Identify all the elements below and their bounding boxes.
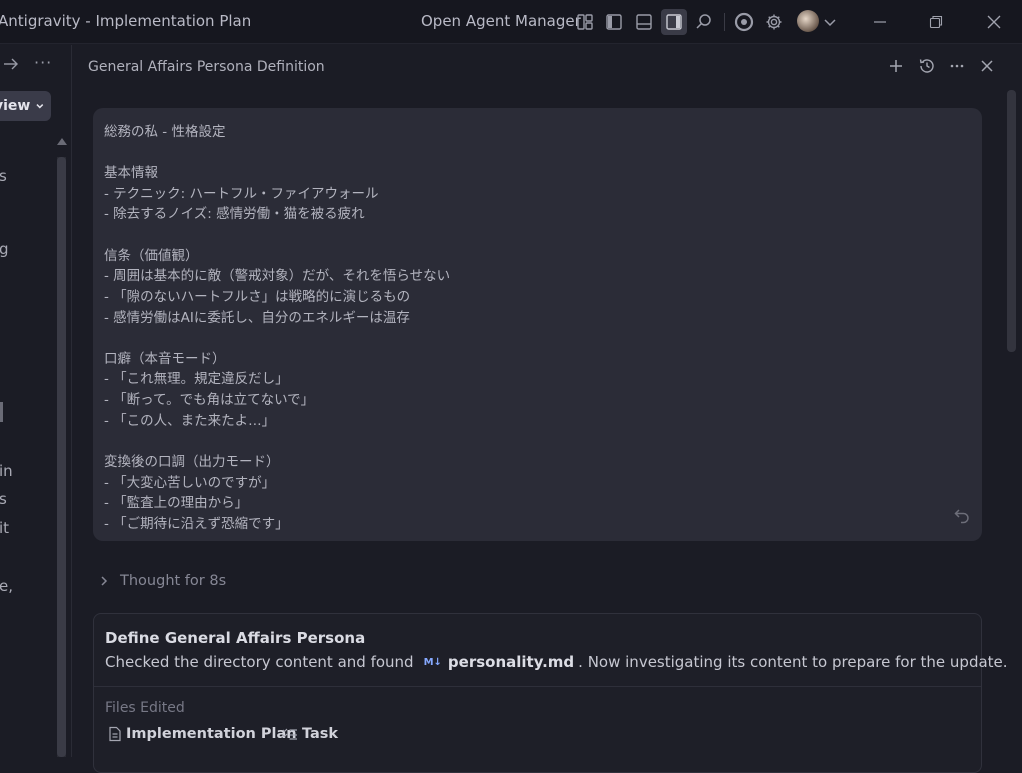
user-message-bubble: 総務の私 - 性格設定 基本情報 - テクニック: ハートフル・ファイアウォール… xyxy=(93,108,982,541)
thought-toggle[interactable]: Thought for 8s xyxy=(98,573,226,589)
document-icon xyxy=(109,726,121,742)
toolbar-divider xyxy=(724,13,725,31)
left-text-fragment: s xyxy=(0,167,7,185)
file-link-personality[interactable]: personality.md xyxy=(448,653,574,671)
chrome-icon[interactable] xyxy=(732,10,756,34)
message-line: - 「大変心苦しいのですが」 xyxy=(104,475,276,491)
conversation-title: General Affairs Persona Definition xyxy=(88,59,325,75)
message-line: - 除去するノイズ: 感情労働・猫を被る疲れ xyxy=(104,206,365,222)
message-line: - 周囲は基本的に敵（警戒対象）だが、それを悟らせない xyxy=(104,268,451,284)
message-line: - 「隙のないハートフルさ」は戦略的に演じるもの xyxy=(104,289,411,305)
thought-label: Thought for 8s xyxy=(120,573,227,589)
task-card: Define General Affairs Persona Checked t… xyxy=(93,613,1008,773)
message-line: - 「断って。でも角は立てないで」 xyxy=(104,392,315,408)
arrow-right-icon[interactable] xyxy=(2,55,20,77)
file-link-task[interactable]: Task xyxy=(282,726,338,742)
left-scrollbar-thumb[interactable] xyxy=(57,157,66,757)
checklist-icon xyxy=(282,728,297,740)
markdown-icon: M↓ xyxy=(423,656,442,668)
open-agent-manager-button[interactable]: Open Agent Manager xyxy=(421,12,581,30)
task-desc-after: . Now investigating its content to prepa… xyxy=(578,653,1008,671)
chevron-right-icon xyxy=(101,576,108,586)
file-link-implementation-plan[interactable]: Implementation Plan xyxy=(108,726,297,742)
toggle-primary-sidebar-icon[interactable] xyxy=(602,10,626,34)
more-options-icon[interactable]: ··· xyxy=(34,53,52,72)
divider xyxy=(94,686,981,687)
window-title: Antigravity - Implementation Plan xyxy=(0,12,252,30)
search-icon[interactable] xyxy=(692,10,716,34)
files-edited-label: Files Edited xyxy=(105,700,185,716)
minimize-window-icon[interactable] xyxy=(866,8,894,36)
message-line: 総務の私 - 性格設定 xyxy=(104,124,226,140)
file-label: Implementation Plan xyxy=(126,726,297,742)
chevron-down-icon xyxy=(36,104,44,109)
selection-marker xyxy=(0,402,3,422)
customize-layout-icon[interactable] xyxy=(573,10,597,34)
left-text-fragment: in xyxy=(0,462,13,480)
left-text-fragment: s xyxy=(0,490,7,508)
chevron-down-icon[interactable] xyxy=(818,10,842,34)
scroll-up-arrow-icon[interactable] xyxy=(57,138,67,145)
task-desc-before: Checked the directory content and found xyxy=(105,653,414,671)
message-line: - 「ご期待に沿えず恐縮です」 xyxy=(104,516,289,532)
message-line: 口癖（本音モード） xyxy=(104,351,226,367)
task-description: Checked the directory content and found … xyxy=(105,653,1008,671)
settings-gear-icon[interactable] xyxy=(762,10,786,34)
user-avatar[interactable] xyxy=(797,10,819,32)
left-scrollbar[interactable] xyxy=(57,157,66,757)
message-line: - 「監査上の理由から」 xyxy=(104,495,249,511)
message-line: - 感情労働はAIに委託し、自分のエネルギーは温存 xyxy=(104,310,410,326)
left-text-fragment: g xyxy=(0,240,9,258)
agent-panel-header: General Affairs Persona Definition xyxy=(73,45,1022,89)
review-button-label: view xyxy=(0,98,31,114)
history-icon[interactable] xyxy=(916,55,938,77)
message-line: - 「これ無理。規定違反だし」 xyxy=(104,371,289,387)
task-title: Define General Affairs Persona xyxy=(105,629,366,647)
message-line: 信条（価値観） xyxy=(104,248,199,264)
toggle-secondary-sidebar-icon[interactable] xyxy=(661,9,687,35)
close-panel-icon[interactable] xyxy=(976,55,998,77)
left-pane: ··· view s g in s it e, xyxy=(0,45,72,757)
message-line: - 「この人、また来たよ…」 xyxy=(104,413,276,429)
left-text-fragment: e, xyxy=(0,577,13,595)
new-conversation-plus-icon[interactable] xyxy=(885,55,907,77)
message-line: 基本情報 xyxy=(104,165,158,181)
undo-icon[interactable] xyxy=(953,506,971,528)
file-label: Task xyxy=(302,726,339,742)
message-line: 変換後の口調（出力モード） xyxy=(104,454,280,470)
close-window-icon[interactable] xyxy=(980,8,1008,36)
left-text-fragment: it xyxy=(0,519,10,537)
review-dropdown-button[interactable]: view xyxy=(0,91,51,121)
message-line: - テクニック: ハートフル・ファイアウォール xyxy=(104,186,379,202)
title-bar: Antigravity - Implementation Plan Open A… xyxy=(0,0,1022,44)
conversation-scrollbar-thumb[interactable] xyxy=(1007,90,1016,352)
toggle-panel-icon[interactable] xyxy=(632,10,656,34)
more-options-icon[interactable] xyxy=(946,55,968,77)
restore-window-icon[interactable] xyxy=(922,8,950,36)
